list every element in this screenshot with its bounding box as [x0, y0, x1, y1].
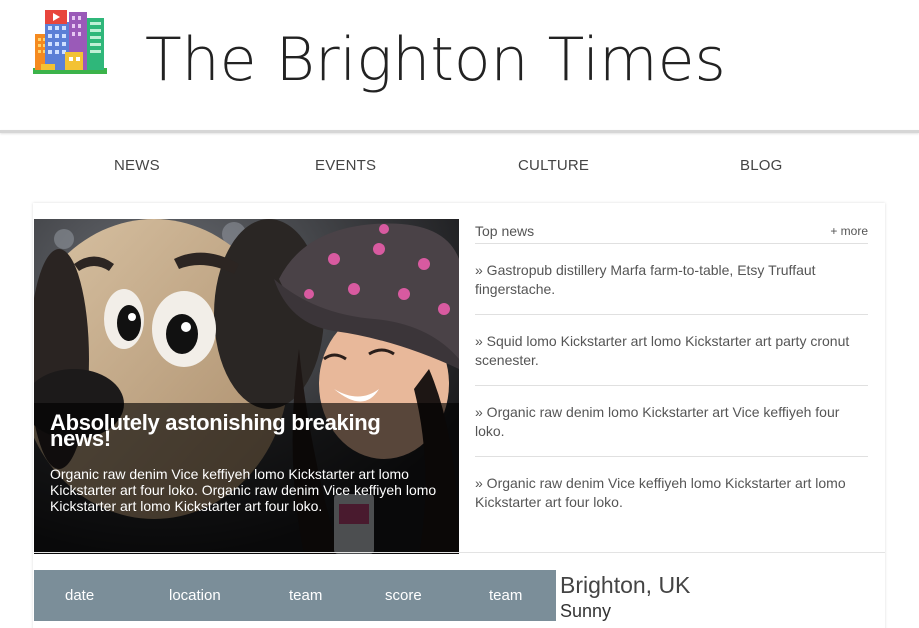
- column-team-away: team: [489, 587, 523, 604]
- top-news-item[interactable]: » Squid lomo Kickstarter art lomo Kickst…: [475, 332, 868, 370]
- news-divider: [475, 314, 868, 315]
- nav-item-culture[interactable]: CULTURE: [518, 157, 589, 174]
- weather-location: Brighton, UK: [560, 572, 691, 598]
- city-buildings-logo-icon[interactable]: [33, 4, 107, 76]
- news-divider: [475, 385, 868, 386]
- nav-item-blog[interactable]: BLOG: [740, 157, 782, 174]
- top-news-item[interactable]: » Organic raw denim Vice keffiyeh lomo K…: [475, 474, 868, 512]
- column-team-home: team: [289, 587, 323, 604]
- top-news-title: Top news: [475, 223, 535, 239]
- top-news-header: Top news + more: [475, 222, 868, 244]
- site-header: The Brighton Times: [0, 0, 919, 131]
- section-divider: [34, 552, 885, 553]
- main-nav: NEWS EVENTS CULTURE BLOG: [0, 133, 919, 203]
- page: The Brighton Times NEWS EVENTS CULTURE B…: [0, 0, 919, 628]
- weather-condition: Sunny: [560, 601, 612, 621]
- top-news-item[interactable]: » Gastropub distillery Marfa farm-to-tab…: [475, 261, 868, 299]
- column-date: date: [65, 587, 95, 604]
- feature-story[interactable]: Absolutely astonishing breaking news! Or…: [34, 219, 459, 554]
- column-score: score: [385, 587, 422, 604]
- top-news-item[interactable]: » Organic raw denim lomo Kickstarter art…: [475, 403, 868, 441]
- feature-summary: Organic raw denim Vice keffiyeh lomo Kic…: [50, 466, 437, 514]
- site-title[interactable]: The Brighton Times: [145, 22, 726, 98]
- column-location: location: [169, 587, 221, 604]
- news-divider: [475, 456, 868, 457]
- score-table-header: date location team score team: [34, 570, 556, 621]
- nav-item-events[interactable]: EVENTS: [315, 157, 376, 174]
- feature-headline[interactable]: Absolutely astonishing breaking news!: [50, 412, 445, 450]
- nav-item-news[interactable]: NEWS: [114, 157, 160, 174]
- top-news-more-link[interactable]: + more: [830, 224, 868, 238]
